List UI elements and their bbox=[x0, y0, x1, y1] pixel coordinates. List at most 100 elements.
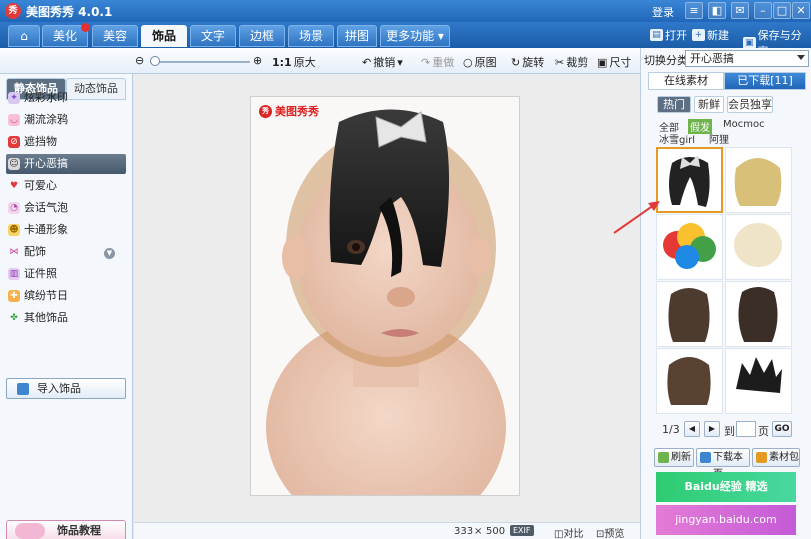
photo-image[interactable] bbox=[251, 97, 519, 495]
menu-icon[interactable]: ≡ bbox=[685, 2, 703, 19]
tab-beauty[interactable]: 美容 bbox=[92, 25, 138, 47]
tag-ice-girl[interactable]: 冰雪girl bbox=[659, 131, 695, 146]
import-icon bbox=[17, 383, 29, 395]
sidebar-item-bubble[interactable]: ◔ 会话气泡 bbox=[6, 198, 126, 218]
sidebar-item-label: 会话气泡 bbox=[24, 201, 68, 214]
app-title: 美图秀秀 4.0.1 bbox=[26, 5, 113, 19]
material-item-bangs-bow[interactable] bbox=[656, 147, 723, 213]
tutorial-icon bbox=[15, 523, 45, 539]
zoom-in-icon[interactable]: ⊕ bbox=[253, 54, 262, 67]
tab-scene[interactable]: 场景 bbox=[288, 25, 334, 47]
sidebar-item-festival[interactable]: ✚ 缤纷节日 bbox=[6, 286, 126, 306]
sidebar-item-other[interactable]: ✤ 其他饰品 bbox=[6, 308, 126, 328]
sidebar-item-label: 可爱心 bbox=[24, 179, 57, 192]
preview-button[interactable]: ⊡预览 bbox=[596, 525, 624, 539]
sidebar-item-label: 证件照 bbox=[24, 267, 57, 280]
tag-mocmoc[interactable]: Mocmoc bbox=[723, 119, 765, 130]
category-value: 开心恶搞 bbox=[690, 52, 734, 65]
refresh-button[interactable]: 刷新 bbox=[654, 448, 694, 467]
material-item-spiky-wig[interactable] bbox=[725, 348, 792, 414]
login-link[interactable]: 登录 bbox=[652, 4, 674, 20]
lips-icon: ◡ bbox=[8, 114, 20, 126]
tab-online-material[interactable]: 在线素材 bbox=[648, 72, 724, 90]
expand-icon[interactable]: ▼ bbox=[104, 248, 115, 259]
sidebar-item-graffiti[interactable]: ◡ 潮流涂鸦 bbox=[6, 110, 126, 130]
go-button[interactable]: GO bbox=[772, 421, 792, 437]
sidebar-item-label: 缤纷节日 bbox=[24, 289, 68, 302]
close-button[interactable]: ✕ bbox=[792, 2, 810, 19]
wig-thumbnail bbox=[667, 357, 711, 405]
preview-label: 预览 bbox=[604, 529, 625, 539]
material-grid bbox=[656, 147, 801, 415]
new-button[interactable]: + 新建 bbox=[692, 27, 729, 43]
sidebar-item-blocker[interactable]: ⊘ 遮挡物 bbox=[6, 132, 126, 152]
crop-label: 裁剪 bbox=[566, 56, 589, 69]
sidebar-item-funny[interactable]: ☺ 开心恶搞 bbox=[6, 154, 126, 174]
material-item-bob-wig[interactable] bbox=[656, 348, 723, 414]
undo-icon: ↶ bbox=[362, 55, 372, 69]
rotate-button[interactable]: ↻ 旋转 bbox=[511, 54, 544, 70]
page-input[interactable] bbox=[736, 421, 756, 437]
zoom-slider-thumb[interactable] bbox=[150, 56, 160, 66]
sidebar-item-id-photo[interactable]: ▥ 证件照 bbox=[6, 264, 126, 284]
open-button[interactable]: ▤ 打开 bbox=[650, 27, 687, 43]
notification-dot bbox=[81, 23, 90, 32]
import-accessory-button[interactable]: 导入饰品 bbox=[6, 378, 126, 399]
original-button[interactable]: ○ 原图 bbox=[463, 54, 497, 70]
red-annotation-arrow bbox=[613, 201, 660, 234]
tab-downloaded[interactable]: 已下载[11] bbox=[724, 72, 806, 90]
zoom-ratio[interactable]: 1:1 原大 bbox=[272, 54, 316, 70]
watermark-logo: 秀美图秀秀 bbox=[259, 103, 319, 119]
subtab-hot[interactable]: 热门 bbox=[657, 96, 691, 113]
size-separator: × bbox=[474, 526, 483, 537]
zoom-out-icon[interactable]: ⊖ bbox=[135, 54, 144, 67]
tab-collage[interactable]: 拼图 bbox=[337, 25, 377, 47]
tab-accessories[interactable]: 饰品 bbox=[141, 25, 187, 47]
undo-button[interactable]: ↶ 撤销 ▾ bbox=[362, 54, 403, 70]
zoom-slider[interactable] bbox=[154, 61, 250, 63]
subtab-vip[interactable]: 会员独享 bbox=[727, 96, 773, 113]
maximize-button[interactable]: □ bbox=[773, 2, 791, 19]
subtab-new[interactable]: 新鲜 bbox=[694, 96, 724, 113]
feedback-icon[interactable]: ✉ bbox=[731, 2, 749, 19]
material-item-rainbow-afro[interactable] bbox=[656, 214, 723, 280]
baby-photo-illustration bbox=[266, 109, 506, 495]
home-icon[interactable]: ⌂ bbox=[8, 25, 40, 47]
accessory-tutorial-button[interactable]: 饰品教程 bbox=[6, 520, 126, 539]
rotate-icon: ↻ bbox=[511, 55, 521, 69]
minimize-button[interactable]: – bbox=[754, 2, 772, 19]
material-item-long-brown-wig[interactable] bbox=[656, 281, 723, 347]
redo-button[interactable]: ↷ 重做 bbox=[421, 54, 454, 70]
original-size-label: 原大 bbox=[293, 56, 316, 69]
id-photo-icon: ▥ bbox=[8, 268, 20, 280]
resize-button[interactable]: ▣ 尺寸 bbox=[597, 54, 631, 70]
tag-ali[interactable]: 阿狸 bbox=[709, 131, 729, 146]
wig-thumbnail bbox=[668, 288, 710, 342]
title-bar: 秀 美图秀秀 4.0.1 登录 ≡ ◧ ✉ – □ ✕ bbox=[0, 0, 811, 22]
sidebar-item-label: 卡通形象 bbox=[24, 223, 68, 236]
next-page-button[interactable]: ▶ bbox=[704, 421, 720, 437]
skin-icon[interactable]: ◧ bbox=[708, 2, 726, 19]
promo-banner-top[interactable]: Baidu经验 精选 bbox=[656, 472, 796, 502]
category-select[interactable]: 开心恶搞 bbox=[685, 50, 809, 67]
exif-button[interactable]: EXIF bbox=[510, 525, 534, 536]
sidebar-item-watermark[interactable]: ✦ 炫彩水印 bbox=[6, 88, 126, 108]
material-pack-button[interactable]: 素材包 bbox=[752, 448, 800, 467]
crop-button[interactable]: ✂ 裁剪 bbox=[555, 54, 588, 70]
compare-button[interactable]: ◫对比 bbox=[554, 525, 583, 539]
tab-text[interactable]: 文字 bbox=[190, 25, 236, 47]
material-item-wavy-brown-wig[interactable] bbox=[725, 281, 792, 347]
tab-beautify[interactable]: 美化 bbox=[42, 23, 90, 47]
sidebar-item-label: 炫彩水印 bbox=[24, 91, 68, 104]
sidebar-item-cartoon[interactable]: ☻ 卡通形象 bbox=[6, 220, 126, 240]
sidebar-item-heart[interactable]: ♥ 可爱心 bbox=[6, 176, 126, 196]
material-item-blonde-wig[interactable] bbox=[725, 147, 792, 213]
logo-seal-icon: 秀 bbox=[259, 104, 272, 118]
material-item-curly-white-wig[interactable] bbox=[725, 214, 792, 280]
tab-frame[interactable]: 边框 bbox=[239, 25, 285, 47]
download-page-button[interactable]: 下载本页 bbox=[696, 448, 750, 480]
tab-more[interactable]: 更多功能 ▾ bbox=[380, 25, 450, 47]
promo-banner-bottom[interactable]: jingyan.baidu.com bbox=[656, 505, 796, 535]
prev-page-button[interactable]: ◀ bbox=[684, 421, 700, 437]
sidebar-item-label: 其他饰品 bbox=[24, 311, 68, 324]
